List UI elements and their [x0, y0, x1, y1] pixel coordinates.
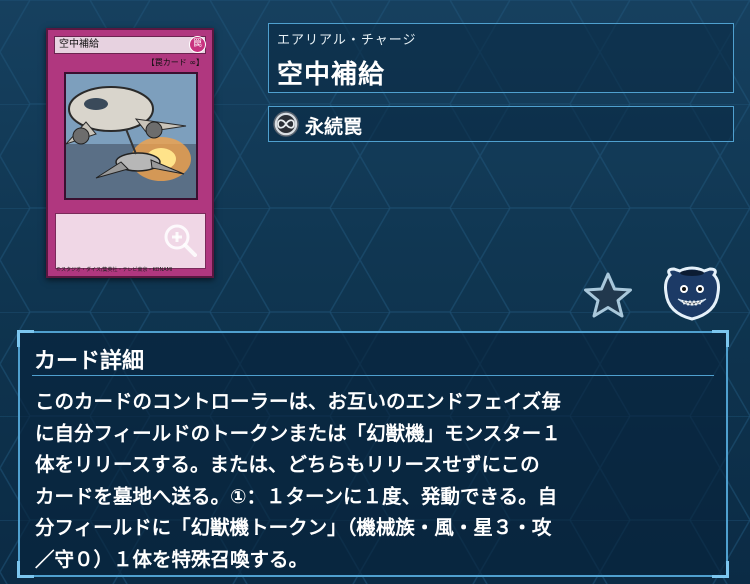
panel-corner: [17, 561, 34, 578]
trap-attribute-icon: 罠: [189, 36, 206, 53]
panel-corner: [17, 330, 34, 347]
card-image[interactable]: 空中補給 罠 【罠カード ∞】 ©スタジオ・ダイス/集英社・テレビ東京・KONA…: [46, 28, 214, 278]
card-type-line: 【罠カード ∞】: [146, 58, 204, 67]
detail-divider: [32, 375, 714, 376]
card-effect-text: このカードのコントローラーは、お互いのエンドフェイズ毎 に自分フィールドのトーク…: [35, 390, 561, 571]
attribute-glyph: 罠: [192, 39, 202, 49]
card-name-title: 空中補給: [277, 60, 386, 90]
card-copyright: ©スタジオ・ダイス/集英社・テレビ東京・KONAMI: [56, 267, 173, 273]
zoom-in-button[interactable]: [162, 222, 198, 258]
pot-of-greed-icon[interactable]: [660, 263, 724, 323]
card-detail-panel: カード詳細 このカードのコントローラーは、お互いのエンドフェイズ毎 に自分フィー…: [17, 330, 729, 578]
detail-heading: カード詳細: [34, 349, 145, 374]
continuous-icon: [273, 111, 299, 137]
card-name-ruby: エアリアル・チャージ: [277, 33, 417, 48]
card-name-text: 空中補給: [59, 39, 99, 50]
card-name-panel: エアリアル・チャージ 空中補給: [268, 23, 734, 93]
star-icon[interactable]: [582, 271, 634, 319]
card-name-bar: 空中補給: [54, 36, 206, 54]
zoom-in-icon[interactable]: [162, 222, 198, 258]
airplane-artwork-icon: [66, 74, 196, 198]
card-artwork: [64, 72, 198, 200]
panel-corner: [712, 330, 729, 347]
card-type-label: 永続罠: [305, 116, 363, 138]
card-type-panel: 永続罠: [268, 106, 734, 142]
